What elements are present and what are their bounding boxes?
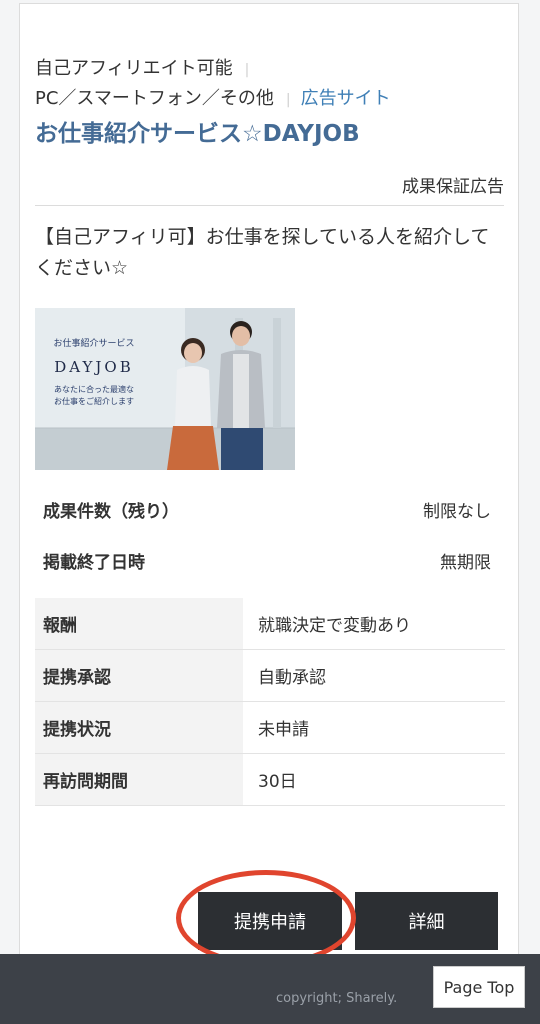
table-row: 再訪問期間 30日 — [35, 753, 505, 806]
info-table: 報酬 就職決定で変動あり 提携承認 自動承認 提携状況 未申請 再訪問期間 30… — [35, 598, 505, 806]
banner-tagline-line2: お仕事をご紹介します — [54, 397, 134, 406]
tag-devices: PC／スマートフォン／その他 — [35, 88, 274, 109]
banner-tagline: あなたに合った最適な お仕事をご紹介します — [35, 384, 153, 408]
listing-banner-image: お仕事紹介サービス DAYJOB あなたに合った最適な お仕事をご紹介します — [35, 308, 295, 470]
tag-self-affiliate: 自己アフィリエイト可能 — [35, 58, 233, 79]
banner-brand: DAYJOB — [54, 358, 134, 376]
separator: | — [285, 92, 291, 108]
banner-text: お仕事紹介サービス DAYJOB あなたに合った最適な お仕事をご紹介します — [35, 336, 153, 408]
highlight-circle-annotation — [176, 870, 356, 966]
info-label-revisit: 再訪問期間 — [35, 753, 243, 806]
info-value-revisit: 30日 — [243, 753, 505, 806]
banner-tagline-line1: あなたに合った最適な — [54, 385, 134, 394]
ad-site-link[interactable]: 広告サイト — [301, 88, 391, 109]
info-value-status: 未申請 — [243, 701, 505, 754]
page-top-button[interactable]: Page Top — [433, 966, 525, 1008]
listing-description: 【自己アフィリ可】お仕事を探している人を紹介してください☆ — [35, 226, 490, 279]
guarantee-badge: 成果保証広告 — [402, 177, 504, 197]
details-button[interactable]: 詳細 — [355, 892, 498, 950]
stat-value-remaining: 制限なし — [423, 502, 491, 522]
stat-label-end-date: 掲載終了日時 — [43, 553, 145, 573]
banner-subtitle: お仕事紹介サービス — [53, 339, 135, 349]
info-label-status: 提携状況 — [35, 701, 243, 754]
listing-title[interactable]: お仕事紹介サービス☆DAYJOB — [35, 114, 360, 148]
table-row: 提携承認 自動承認 — [35, 649, 505, 702]
divider — [35, 205, 504, 206]
info-label-reward: 報酬 — [35, 598, 243, 650]
info-label-approval: 提携承認 — [35, 649, 243, 702]
copyright-text: copyright; Sharely. — [276, 991, 398, 1006]
listing-meta: PC／スマートフォン／その他 | 広告サイト — [35, 84, 391, 110]
separator: | — [244, 62, 250, 78]
listing-tag: 自己アフィリエイト可能 | — [35, 54, 259, 80]
info-value-approval: 自動承認 — [243, 649, 505, 702]
info-value-reward: 就職決定で変動あり — [243, 598, 505, 650]
stat-label-remaining: 成果件数（残り） — [43, 502, 179, 522]
table-row: 報酬 就職決定で変動あり — [35, 598, 505, 650]
stat-value-end-date: 無期限 — [440, 553, 491, 573]
table-row: 提携状況 未申請 — [35, 701, 505, 754]
